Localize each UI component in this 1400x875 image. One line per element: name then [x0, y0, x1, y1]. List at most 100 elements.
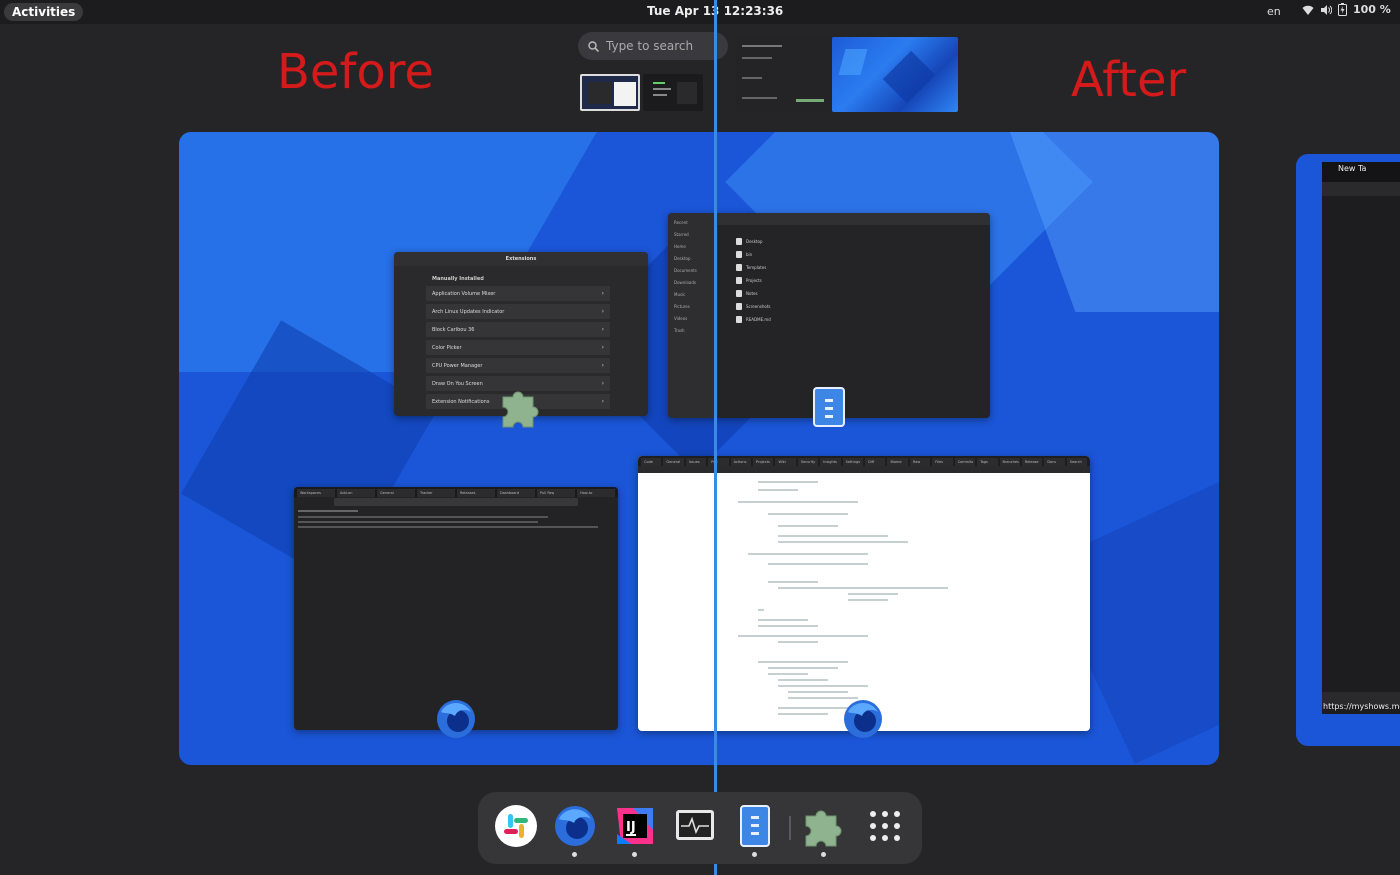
browser-tab[interactable]: Security — [797, 458, 819, 466]
keyboard-layout-indicator[interactable]: en — [1267, 5, 1281, 18]
browser-tab[interactable]: Branches — [999, 458, 1020, 466]
browser-tab[interactable]: Code — [641, 458, 662, 466]
dash-app-intellij[interactable]: IJ — [613, 804, 657, 857]
after-annotation: After — [1071, 52, 1187, 108]
chevron-right-icon: › — [601, 308, 604, 315]
browser-tab[interactable]: Blame — [887, 458, 908, 466]
workspace-current[interactable]: Extensions Manually Installed Applicatio… — [179, 132, 1219, 765]
browser-tab[interactable]: Release — [1021, 458, 1043, 466]
sidebar-item[interactable]: Videos — [674, 316, 718, 321]
browser-tab[interactable]: Add-on — [337, 489, 375, 497]
battery-icon — [1338, 3, 1347, 16]
workspace-thumbnail-3[interactable] — [736, 37, 831, 112]
volume-icon — [1321, 4, 1332, 15]
firefox-app-icon — [437, 700, 475, 738]
dash-app-extensions[interactable] — [802, 804, 846, 857]
chevron-right-icon: › — [601, 344, 604, 351]
extension-row[interactable]: Arch Linux Updates Indicator › — [426, 304, 610, 319]
file-row[interactable]: bin — [736, 248, 984, 260]
files-sidebar: Recent Starred Home Desktop Documents Do… — [668, 213, 718, 418]
browser-tab[interactable]: Releases — [457, 489, 495, 497]
browser-tab[interactable]: Commits — [954, 458, 976, 466]
browser-tab[interactable]: Actions — [730, 458, 752, 466]
dash-app-slack[interactable] — [494, 804, 538, 848]
running-indicator — [572, 852, 577, 857]
workspace-thumbnail-4[interactable] — [832, 37, 958, 112]
sidebar-item[interactable]: Pictures — [674, 304, 718, 309]
workspace-thumbnail-1[interactable] — [580, 74, 640, 111]
browser-tab[interactable]: Workspaces — [297, 489, 335, 497]
browser-tab[interactable]: Pull Req — [537, 489, 575, 497]
extension-row[interactable]: Color Picker › — [426, 340, 610, 355]
browser-tab[interactable]: General — [377, 489, 415, 497]
file-row[interactable]: Templates — [736, 261, 984, 273]
browser-tab[interactable]: Settings — [842, 458, 864, 466]
files-icon — [740, 805, 770, 847]
url-bar[interactable] — [334, 498, 578, 506]
file-row[interactable]: README.md — [736, 313, 984, 325]
browser-tab[interactable]: Wiki — [775, 458, 796, 466]
file-row[interactable]: Notes — [736, 287, 984, 299]
file-row[interactable]: Screenshots — [736, 300, 984, 312]
browser-tab[interactable]: Insights — [820, 458, 841, 466]
dash-separator — [789, 816, 791, 840]
section-title: Manually Installed — [432, 276, 484, 282]
browser-tab[interactable]: Tracker — [417, 489, 455, 497]
window-header: Extensions — [394, 252, 648, 266]
browser-tab[interactable]: Pull — [708, 458, 729, 466]
folder-icon — [736, 250, 742, 258]
browser-tab[interactable]: Tags — [977, 458, 998, 466]
dash-app-firefox[interactable] — [553, 804, 597, 857]
search-icon — [588, 40, 599, 52]
browser-tab[interactable]: Diff — [865, 458, 886, 466]
browser-tab[interactable]: Files — [932, 458, 953, 466]
dash-app-files[interactable] — [733, 804, 777, 857]
browser-tab[interactable]: General — [663, 458, 684, 466]
svg-text:IJ: IJ — [626, 820, 636, 835]
files-app-icon — [813, 387, 845, 427]
workspace-next[interactable]: New Ta https://myshows.me — [1296, 154, 1400, 746]
workspace-thumbnail-2[interactable] — [643, 74, 703, 111]
dash-app-system-monitor[interactable] — [673, 804, 717, 848]
browser-tab[interactable]: New Ta — [1338, 164, 1366, 173]
sidebar-item[interactable]: Home — [674, 244, 718, 249]
file-row[interactable]: Projects — [736, 274, 984, 286]
firefox-window-before[interactable]: Workspaces Add-on General Tracker Releas… — [294, 487, 618, 730]
sidebar-item[interactable]: Trash — [674, 328, 718, 333]
browser-tab[interactable]: Docs — [1044, 458, 1065, 466]
extension-row[interactable]: CPU Power Manager › — [426, 358, 610, 373]
extension-row[interactable]: Application Volume Mixer › — [426, 286, 610, 301]
before-after-divider — [714, 0, 717, 875]
running-indicator — [821, 852, 826, 857]
browser-tab[interactable]: How-to — [577, 489, 615, 497]
wifi-icon — [1302, 5, 1314, 15]
url-bar[interactable] — [638, 466, 1090, 473]
firefox-window[interactable] — [1322, 162, 1400, 714]
chevron-right-icon: › — [601, 398, 604, 405]
sidebar-item[interactable]: Recent — [674, 220, 718, 225]
tab-strip: Workspaces Add-on General Tracker Releas… — [294, 487, 618, 497]
browser-tab[interactable]: Raw — [909, 458, 931, 466]
folder-icon — [736, 263, 742, 271]
dash-app-show-apps[interactable] — [863, 804, 907, 848]
browser-tab[interactable]: Issues — [685, 458, 707, 466]
sidebar-item[interactable]: Downloads — [674, 280, 718, 285]
sidebar-item[interactable]: Documents — [674, 268, 718, 273]
window-title: Extensions — [505, 256, 537, 262]
system-tray[interactable]: 100 % — [1302, 3, 1391, 16]
browser-tab[interactable]: Dashboard — [497, 489, 535, 497]
dash: IJ — [478, 792, 922, 864]
firefox-window-after[interactable]: Code General Issues Pull Actions Project… — [638, 456, 1090, 731]
intellij-icon: IJ — [617, 808, 653, 844]
sidebar-item[interactable]: Starred — [674, 232, 718, 237]
firefox-app-icon — [844, 700, 882, 738]
activities-button[interactable]: Activities — [4, 3, 84, 21]
file-row[interactable]: Desktop — [736, 235, 984, 247]
extension-row[interactable]: Block Caribou 36 › — [426, 322, 610, 337]
browser-tab[interactable]: Search — [1066, 458, 1088, 466]
browser-tab[interactable]: Projects — [753, 458, 774, 466]
sidebar-item[interactable]: Music — [674, 292, 718, 297]
running-indicator — [632, 852, 637, 857]
search-entry[interactable]: Type to search — [578, 32, 728, 60]
sidebar-item[interactable]: Desktop — [674, 256, 718, 261]
